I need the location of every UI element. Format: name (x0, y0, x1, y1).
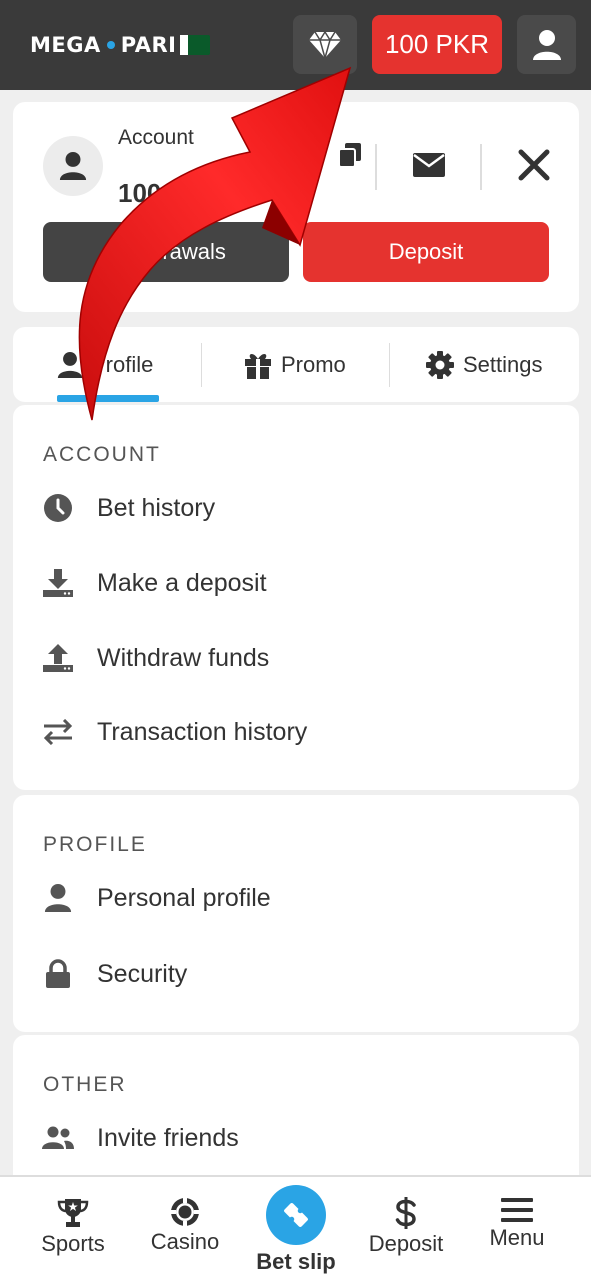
menu-item-bet-history[interactable]: Bet history (41, 491, 215, 525)
copy-icon (338, 143, 361, 168)
divider (201, 343, 202, 387)
nav-label: Bet slip (256, 1249, 336, 1274)
user-icon (57, 351, 83, 378)
chip-icon (171, 1198, 199, 1226)
user-icon (59, 152, 87, 180)
nav-label: Casino (150, 1229, 220, 1254)
profile-section: PROFILE Personal profile Security (13, 795, 579, 1032)
logo-text-right: PARI (120, 33, 177, 57)
nav-label: Deposit (368, 1231, 444, 1256)
tab-label: Settings (463, 351, 543, 377)
nav-menu[interactable]: Menu (462, 1197, 572, 1251)
section-title: ACCOUNT (43, 443, 161, 466)
account-amount: 100 (118, 178, 162, 208)
deposit-button[interactable]: Deposit (303, 222, 549, 282)
trophy-icon (57, 1199, 89, 1227)
copy-button[interactable] (333, 138, 367, 172)
users-icon (42, 1126, 74, 1149)
nav-label: Sports (41, 1231, 105, 1256)
menu-item-personal-profile[interactable]: Personal profile (41, 881, 271, 915)
top-header: MEGA PARI 100 PKR (0, 0, 591, 90)
gift-icon (245, 353, 271, 379)
nav-sports[interactable]: Sports (18, 1197, 128, 1257)
account-title: Account (118, 126, 194, 149)
divider (480, 144, 482, 190)
tab-promo[interactable]: Promo (243, 327, 346, 402)
tab-label: Promo (281, 351, 346, 377)
balance-button[interactable]: 100 PKR (372, 15, 502, 74)
tab-profile[interactable]: Profile (57, 327, 153, 402)
item-label: Withdraw funds (97, 643, 270, 672)
withdrawals-button[interactable]: Withdrawals (43, 222, 289, 282)
dollar-icon (395, 1197, 416, 1229)
nav-deposit[interactable]: Deposit (351, 1197, 461, 1257)
close-icon (518, 149, 550, 181)
menu-item-transaction-history[interactable]: Transaction history (41, 715, 307, 749)
messages-button[interactable] (411, 147, 447, 183)
vip-diamond-button[interactable] (293, 15, 357, 74)
bottom-navigation: Sports Casino Bet slip Deposit Menu (0, 1175, 591, 1280)
item-label: Personal profile (97, 883, 271, 912)
download-icon (43, 569, 73, 597)
nav-casino[interactable]: Casino (130, 1197, 240, 1255)
pakistan-flag-icon (180, 35, 211, 55)
gear-icon (426, 350, 454, 379)
logo-dot-icon (106, 41, 115, 49)
account-card: Account 100 Withdrawals Deposit (13, 102, 579, 312)
ticket-icon (284, 1203, 308, 1227)
menu-item-security[interactable]: Security (41, 957, 187, 991)
item-label: Transaction history (97, 717, 308, 746)
profile-tabs: Profile Promo Settings (13, 327, 579, 402)
logo-text-left: MEGA (30, 33, 101, 57)
item-label: Invite friends (97, 1123, 239, 1152)
divider (389, 343, 390, 387)
lock-icon (46, 959, 70, 988)
tab-label: Profile (91, 351, 154, 377)
transfer-icon (43, 719, 73, 745)
user-icon (44, 884, 72, 912)
item-label: Bet history (97, 493, 216, 522)
active-tab-indicator (57, 395, 159, 402)
avatar (43, 136, 103, 196)
menu-item-invite-friends[interactable]: Invite friends (41, 1121, 239, 1155)
item-label: Security (97, 959, 188, 988)
other-section: OTHER Invite friends (13, 1035, 579, 1195)
menu-item-withdraw-funds[interactable]: Withdraw funds (41, 641, 269, 675)
section-title: OTHER (43, 1073, 127, 1096)
diamond-icon (309, 30, 341, 60)
nav-bet-slip[interactable]: Bet slip (250, 1185, 342, 1275)
section-title: PROFILE (43, 833, 147, 856)
item-label: Make a deposit (97, 568, 267, 597)
clock-icon (44, 494, 72, 522)
mail-icon (413, 153, 445, 177)
user-account-button[interactable] (517, 15, 576, 74)
account-section: ACCOUNT Bet history Make a deposit Withd… (13, 405, 579, 790)
close-button[interactable] (513, 144, 555, 186)
user-icon (532, 29, 561, 60)
tab-settings[interactable]: Settings (425, 327, 543, 402)
hamburger-icon (501, 1198, 533, 1222)
divider (375, 144, 377, 190)
menu-item-make-deposit[interactable]: Make a deposit (41, 566, 267, 600)
bet-slip-circle (266, 1185, 326, 1245)
megapari-logo[interactable]: MEGA PARI (30, 33, 211, 57)
nav-label: Menu (489, 1225, 545, 1250)
upload-icon (43, 644, 73, 672)
